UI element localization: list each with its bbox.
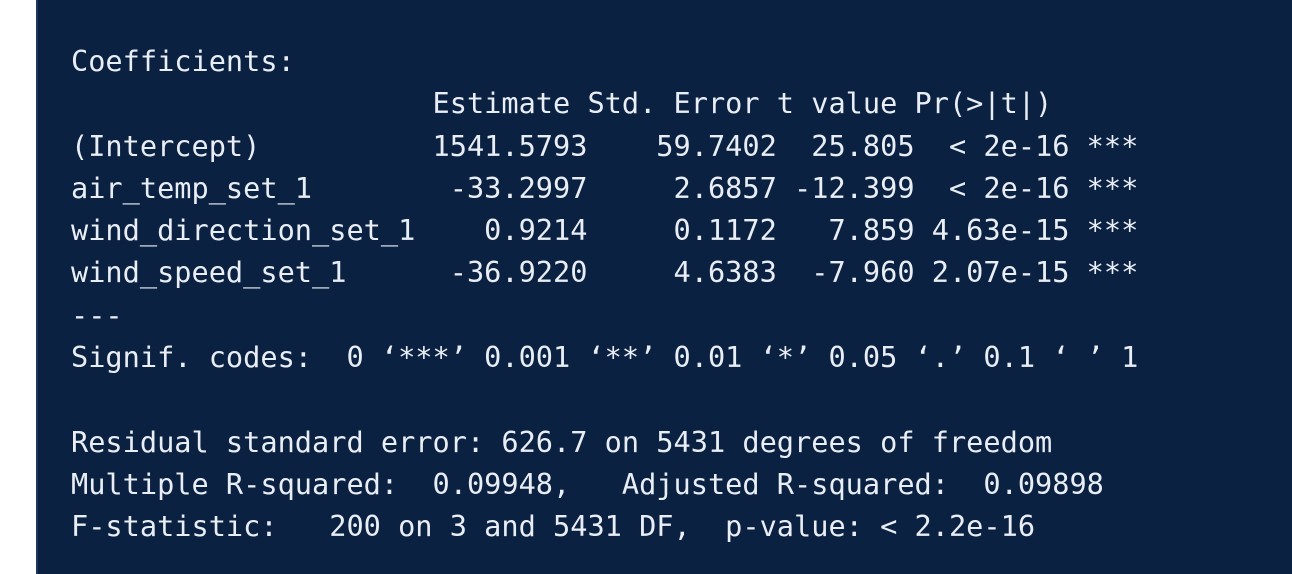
signif-codes-line: Signif. codes: 0 ‘***’ 0.001 ‘**’ 0.01 ‘… [71, 340, 1139, 375]
coefficient-row-wind-speed: wind_speed_set_1 -36.9220 4.6383 -7.960 … [71, 255, 1139, 290]
r-squared-line: Multiple R-squared: 0.09948, Adjusted R-… [71, 466, 1122, 501]
console-panel: Coefficients: Estimate Std. Error t valu… [36, 0, 1292, 574]
coefficient-row-wind-direction: wind_direction_set_1 0.9214 0.1172 7.859… [71, 213, 1139, 248]
separator-line: --- [71, 297, 123, 332]
residual-standard-error-line: Residual standard error: 626.7 on 5431 d… [71, 424, 1053, 459]
regression-summary-output: Coefficients: Estimate Std. Error t valu… [71, 40, 1138, 548]
coefficients-heading: Coefficients: [71, 44, 295, 78]
f-statistic-line: F-statistic: 200 on 3 and 5431 DF, p-val… [71, 509, 1036, 544]
coefficient-row-intercept: (Intercept) 1541.5793 59.7402 25.805 < 2… [71, 128, 1139, 163]
coefficients-column-headers: Estimate Std. Error t value Pr(>|t|) [71, 86, 1122, 121]
coefficient-row-air-temp: air_temp_set_1 -33.2997 2.6857 -12.399 <… [71, 170, 1139, 205]
